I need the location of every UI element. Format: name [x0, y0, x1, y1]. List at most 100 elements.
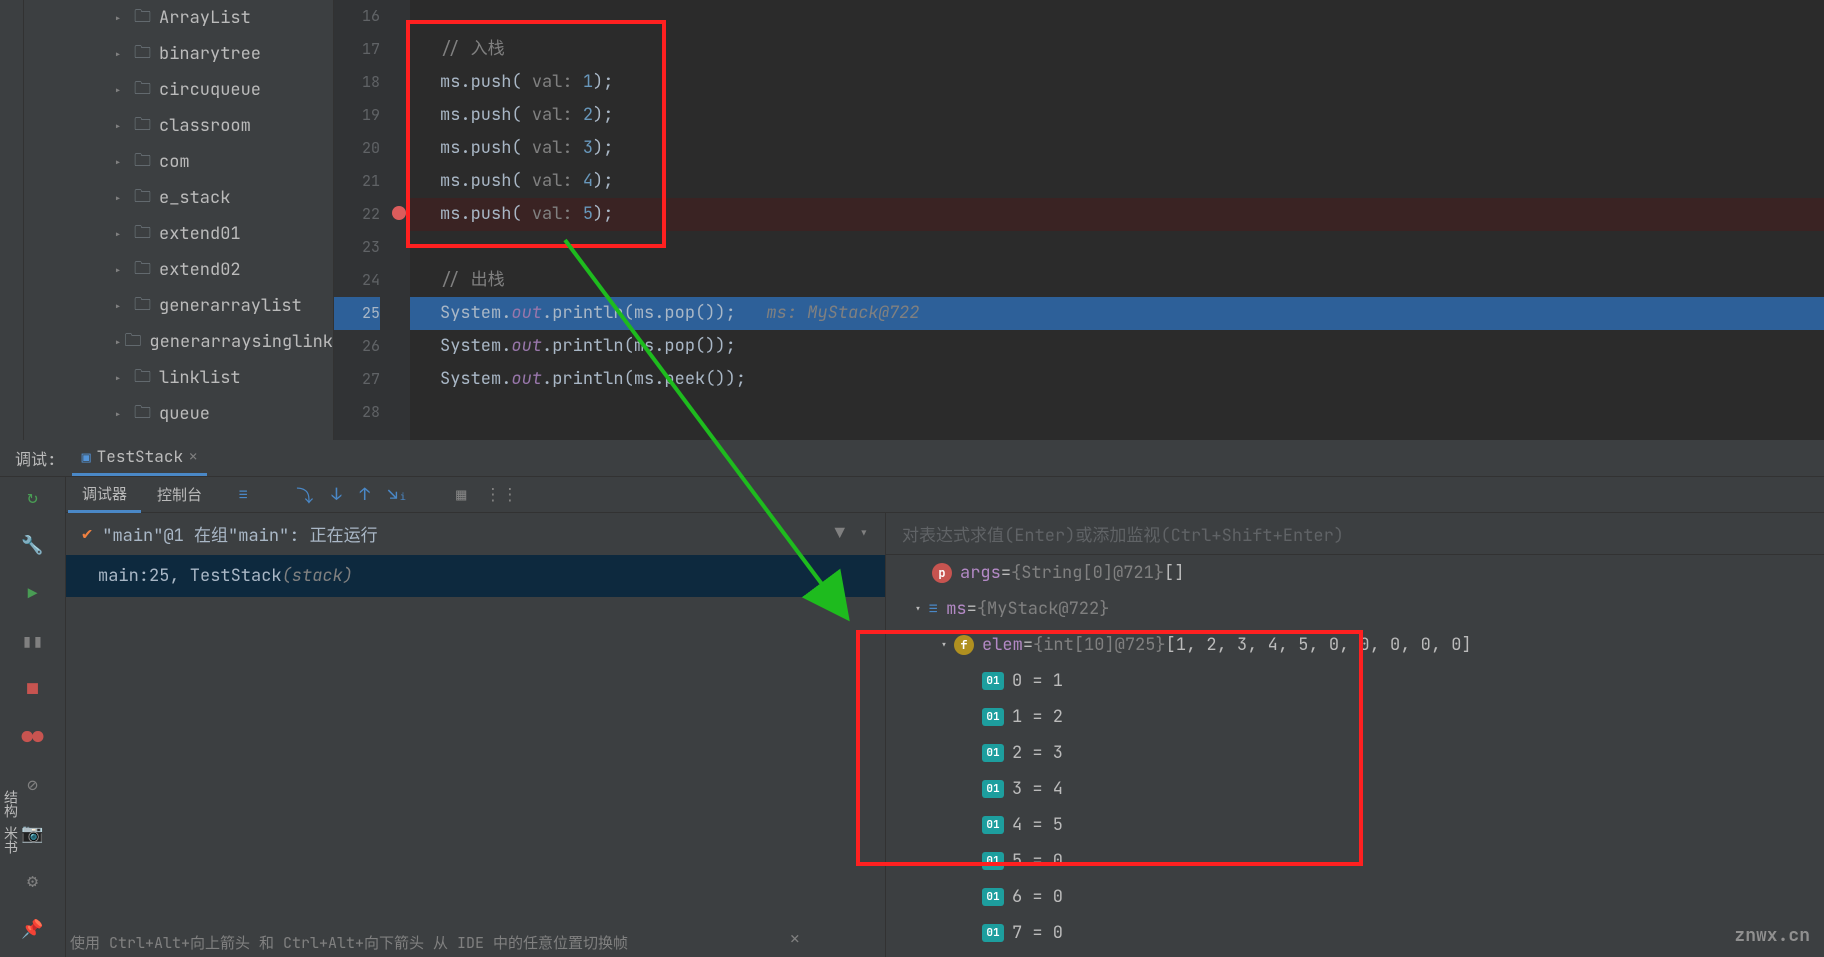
debug-panel: 调试: ▣ TestStack ✕ ↻ 🔧 ▶ ▮▮ ■ ●● ⊘ 📷 ⚙ 📌 …: [0, 440, 1824, 957]
code-comment: // 出栈: [440, 269, 505, 291]
breakpoint-icon[interactable]: [392, 206, 406, 220]
trace-icon[interactable]: ⋮⋮: [484, 484, 518, 506]
tree-item[interactable]: ▸🗀queue: [24, 396, 333, 432]
mute-breakpoints-button[interactable]: ⊘: [19, 771, 47, 799]
var-array-item[interactable]: 014 = 5: [886, 807, 1824, 843]
thread-row[interactable]: ✔ "main"@1 在组"main": 正在运行 ▼ ▾: [66, 513, 885, 555]
rerun-button[interactable]: ↻: [19, 483, 47, 511]
side-strip[interactable]: 结构 米书: [0, 790, 20, 854]
tree-item[interactable]: ▸🗀circuqueue: [24, 72, 333, 108]
breakpoints-button[interactable]: ●●: [19, 723, 47, 751]
watch-placeholder: 对表达式求值(Enter)或添加监视(Ctrl+Shift+Enter): [902, 521, 1344, 547]
tree-item[interactable]: ▸🗀generarraysinglink: [24, 324, 333, 360]
close-icon[interactable]: ✕: [189, 448, 197, 466]
debug-toolbar: ↻ 🔧 ▶ ▮▮ ■ ●● ⊘ 📷 ⚙ 📌: [0, 477, 66, 957]
run-config-icon: ▣: [82, 447, 91, 467]
var-array-item[interactable]: 016 = 0: [886, 879, 1824, 915]
tree-label: extend01: [159, 223, 241, 245]
tree-item[interactable]: ▸🗀classroom: [24, 108, 333, 144]
tab-console[interactable]: 控制台: [143, 478, 216, 511]
step-over-icon[interactable]: ⤵: [296, 482, 313, 508]
var-array-item[interactable]: 011 = 2: [886, 699, 1824, 735]
line-number[interactable]: 21: [334, 165, 380, 198]
line-number[interactable]: 18: [334, 66, 380, 99]
line-number[interactable]: 24: [334, 264, 380, 297]
line-number[interactable]: 27: [334, 363, 380, 396]
code-editor[interactable]: // 入栈 ms.push( val: 1); ms.push( val: 2)…: [410, 0, 1824, 440]
resume-button[interactable]: ▶: [19, 579, 47, 607]
frame-suffix: (stack): [282, 565, 353, 587]
chevron-right-icon: ▸: [114, 118, 132, 135]
tree-item[interactable]: ▸🗀linklist: [24, 360, 333, 396]
frame-row[interactable]: main:25, TestStack (stack): [66, 555, 885, 597]
var-array-item[interactable]: 017 = 0: [886, 915, 1824, 951]
thread-label: "main"@1 在组"main": 正在运行: [102, 521, 377, 547]
tree-item[interactable]: ▸🗀extend01: [24, 216, 333, 252]
tab-debugger[interactable]: 调试器: [68, 477, 141, 513]
var-row[interactable]: p args = {String[0]@721} []: [886, 555, 1824, 591]
line-number-exec[interactable]: 25: [334, 297, 380, 330]
inline-hint: ms: MyStack@722: [736, 302, 920, 324]
folder-icon: 🗀: [134, 148, 151, 177]
debug-tab[interactable]: ▣ TestStack ✕: [72, 440, 208, 476]
int-badge-icon: 01: [982, 780, 1004, 798]
tree-item[interactable]: ▸🗀ArrayList: [24, 0, 333, 36]
var-row[interactable]: ▾ ≡ ms = {MyStack@722}: [886, 591, 1824, 627]
filter-icon[interactable]: ▼: [835, 523, 845, 545]
tree-label: e_stack: [159, 187, 230, 209]
folder-icon: 🗀: [134, 40, 151, 69]
folder-icon: 🗀: [134, 256, 151, 285]
step-out-icon[interactable]: ↑: [359, 484, 369, 506]
folder-icon: 🗀: [134, 4, 151, 33]
chevron-right-icon: ▸: [114, 262, 132, 279]
var-array-item[interactable]: 010 = 1: [886, 663, 1824, 699]
watch-input[interactable]: 对表达式求值(Enter)或添加监视(Ctrl+Shift+Enter): [886, 513, 1824, 555]
folder-icon: 🗀: [134, 364, 151, 393]
line-number[interactable]: 22: [334, 198, 380, 231]
int-badge-icon: 01: [982, 924, 1004, 942]
param-badge-icon: p: [932, 563, 952, 583]
tree-item[interactable]: ▸🗀extend02: [24, 252, 333, 288]
step-into-icon[interactable]: ↓: [331, 484, 341, 506]
pause-button[interactable]: ▮▮: [19, 627, 47, 655]
chevron-down-icon[interactable]: ▾: [934, 637, 954, 653]
line-number[interactable]: 17: [334, 33, 380, 66]
line-number[interactable]: 16: [334, 0, 380, 33]
line-number[interactable]: 20: [334, 132, 380, 165]
var-array-item[interactable]: 012 = 3: [886, 735, 1824, 771]
debug-subtabs: 调试器 控制台 ≡ ⤵ ↓ ↑ ↘ᵢ ▦ ⋮⋮: [66, 477, 1824, 513]
check-icon: ✔: [82, 523, 92, 545]
line-gutter[interactable]: 16 17 18 19 20 21 22 23 24 25 26 27 28: [334, 0, 390, 440]
stop-button[interactable]: ■: [19, 675, 47, 703]
var-row[interactable]: ▾ f elem = {int[10]@725} [1, 2, 3, 4, 5,…: [886, 627, 1824, 663]
tree-label: generarraylist: [159, 295, 302, 317]
tree-item[interactable]: ▸🗀com: [24, 144, 333, 180]
evaluate-icon[interactable]: ▦: [456, 484, 466, 506]
dropdown-icon[interactable]: ▾: [859, 523, 869, 545]
tree-label: classroom: [159, 115, 251, 137]
close-icon[interactable]: ✕: [790, 928, 800, 949]
chevron-down-icon[interactable]: ▾: [908, 601, 928, 617]
line-number[interactable]: 28: [334, 396, 380, 429]
frame-label: main:25, TestStack: [98, 565, 282, 587]
var-array-item[interactable]: 015 = 0: [886, 843, 1824, 879]
int-badge-icon: 01: [982, 744, 1004, 762]
project-tree[interactable]: ▸🗀ArrayList ▸🗀binarytree ▸🗀circuqueue ▸🗀…: [24, 0, 334, 440]
pin-button[interactable]: 📌: [19, 915, 47, 943]
folder-icon: 🗀: [124, 328, 141, 357]
run-to-cursor-icon[interactable]: ↘ᵢ: [388, 484, 408, 506]
tree-label: linklist: [159, 367, 241, 389]
line-number[interactable]: 23: [334, 231, 380, 264]
var-array-item[interactable]: 013 = 4: [886, 771, 1824, 807]
tool-button[interactable]: 🔧: [19, 531, 47, 559]
settings-button[interactable]: ⚙: [19, 867, 47, 895]
camera-button[interactable]: 📷: [19, 819, 47, 847]
tree-item[interactable]: ▸🗀binarytree: [24, 36, 333, 72]
breakpoint-gutter[interactable]: [390, 0, 410, 440]
tree-item[interactable]: ▸🗀generarraylist: [24, 288, 333, 324]
line-number[interactable]: 19: [334, 99, 380, 132]
line-number[interactable]: 26: [334, 330, 380, 363]
tree-item[interactable]: ▸🗀e_stack: [24, 180, 333, 216]
folder-icon: 🗀: [134, 400, 151, 429]
threads-icon[interactable]: ≡: [238, 484, 248, 506]
